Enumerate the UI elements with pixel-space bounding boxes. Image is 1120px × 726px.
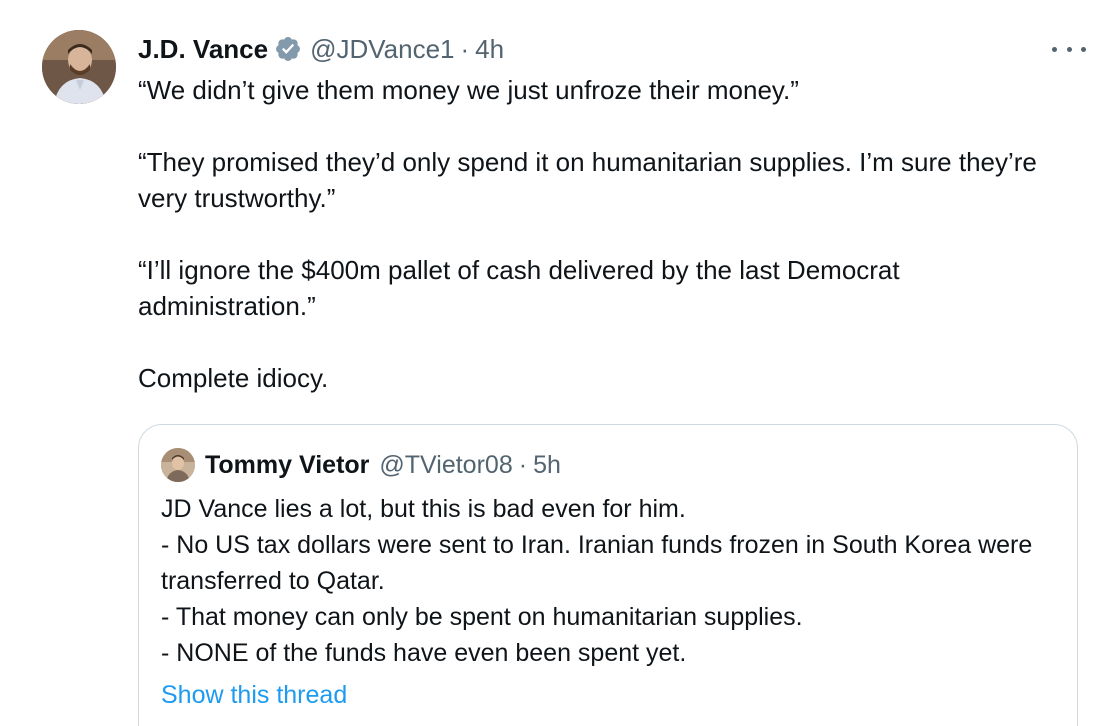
more-options-icon[interactable] bbox=[1052, 36, 1086, 62]
quoted-tweet-text: JD Vance lies a lot, but this is bad eve… bbox=[161, 491, 1051, 671]
author-name[interactable]: J.D. Vance bbox=[138, 34, 268, 65]
quoted-tweet-header: Tommy Vietor @TVietor08 · 5h bbox=[161, 448, 561, 482]
tweet-paragraph: Complete idiocy. bbox=[138, 363, 329, 393]
tweet-card[interactable]: J.D. Vance @JDVance1 · 4h “We didn’t giv… bbox=[0, 0, 1120, 726]
show-thread-link[interactable]: Show this thread bbox=[161, 681, 347, 710]
author-handle[interactable]: @JDVance1 bbox=[310, 34, 454, 65]
separator-dot: · bbox=[460, 33, 470, 64]
author-avatar[interactable] bbox=[42, 30, 116, 104]
quoted-tweet-line: - No US tax dollars were sent to Iran. I… bbox=[161, 531, 1033, 595]
verified-badge-icon bbox=[274, 35, 302, 63]
tweet-header: J.D. Vance @JDVance1 · 4h bbox=[138, 32, 504, 66]
quoted-tweet-line: - That money can only be spent on humani… bbox=[161, 603, 803, 631]
separator-dot: · bbox=[518, 450, 528, 479]
tweet-paragraph: “I’ll ignore the $400m pallet of cash de… bbox=[138, 255, 900, 321]
quoted-author-avatar[interactable] bbox=[161, 448, 195, 482]
tweet-text: “We didn’t give them money we just unfro… bbox=[138, 72, 1058, 396]
quoted-author-handle[interactable]: @TVietor08 bbox=[379, 451, 512, 480]
tweet-paragraph: “They promised they’d only spend it on h… bbox=[138, 147, 1037, 213]
quoted-tweet[interactable]: Tommy Vietor @TVietor08 · 5h JD Vance li… bbox=[138, 424, 1078, 726]
quoted-author-name[interactable]: Tommy Vietor bbox=[205, 451, 369, 480]
more-dot bbox=[1081, 46, 1086, 52]
tweet-paragraph: “We didn’t give them money we just unfro… bbox=[138, 75, 799, 105]
quoted-tweet-timestamp[interactable]: 5h bbox=[533, 451, 561, 480]
quoted-tweet-line: - NONE of the funds have even been spent… bbox=[161, 639, 687, 667]
tweet-timestamp[interactable]: 4h bbox=[475, 34, 504, 65]
more-dot bbox=[1052, 46, 1057, 52]
quoted-tweet-line: JD Vance lies a lot, but this is bad eve… bbox=[161, 495, 686, 523]
more-dot bbox=[1066, 46, 1072, 52]
